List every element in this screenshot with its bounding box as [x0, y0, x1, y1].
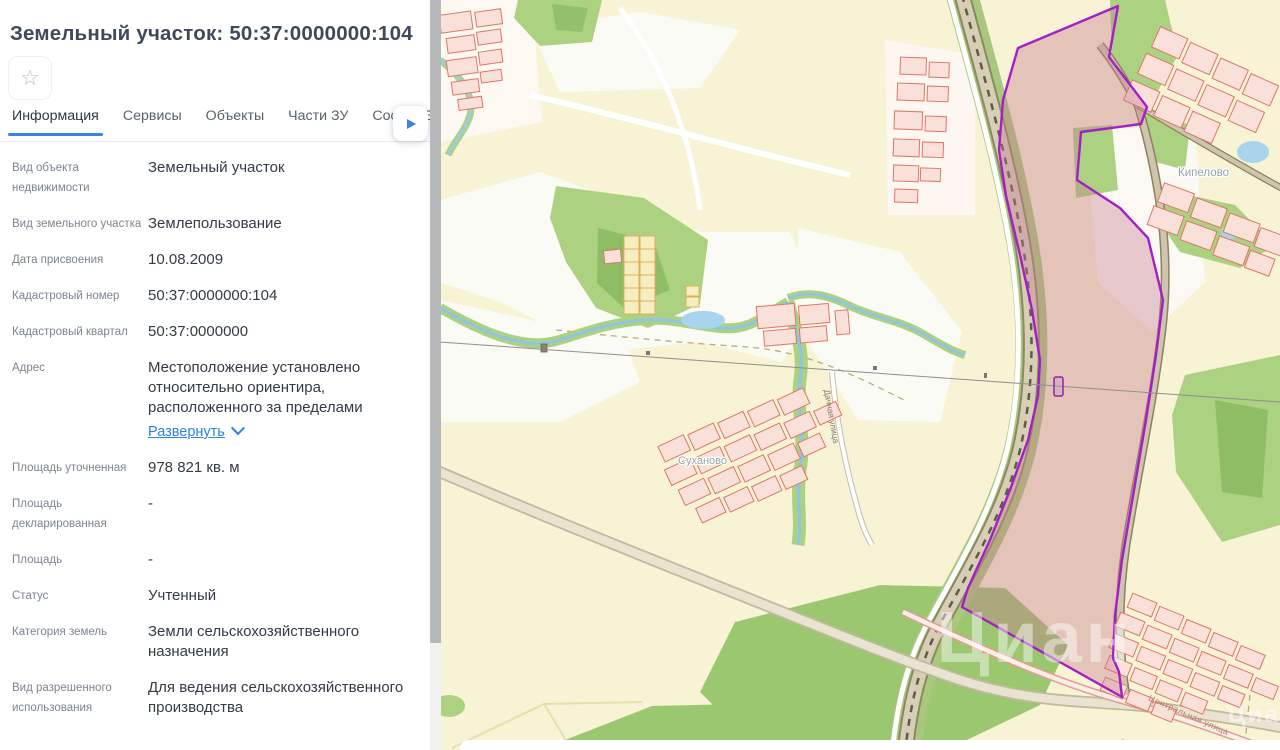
- arrow-right-icon: [407, 119, 416, 129]
- tab-services[interactable]: Сервисы: [123, 108, 182, 136]
- tab-objects[interactable]: Объекты: [206, 108, 265, 136]
- scrollbar-thumb[interactable]: [430, 0, 441, 643]
- tab-parcel-parts[interactable]: Части ЗУ: [288, 108, 348, 136]
- field-row: СтатусУчтенный: [12, 570, 418, 606]
- field-row: Кадастровый квартал50:37:0000000: [12, 306, 418, 342]
- field-row: Дата присвоения10.08.2009: [12, 234, 418, 270]
- field-row: Площадь-: [12, 534, 418, 570]
- app-window: Земельный участок: 50:37:0000000:104 ☆ И…: [0, 0, 1280, 750]
- field-row: Вид разрешенного использованияДля ведени…: [12, 662, 418, 718]
- field-row-address: Адрес Местоположение установлено относит…: [12, 342, 418, 442]
- map-canvas[interactable]: Кипелово Суханово Дачная улица Центральн…: [441, 0, 1280, 750]
- parcel-info-panel: Земельный участок: 50:37:0000000:104 ☆ И…: [0, 0, 430, 750]
- tabs-scroll-right-button[interactable]: [393, 106, 428, 141]
- field-row: Вид объекта недвижимостиЗемельный участо…: [12, 142, 418, 198]
- label-kipelovo: Кипелово: [1178, 167, 1229, 179]
- field-row: Кадастровый номер50:37:0000000:104: [12, 270, 418, 306]
- svg-text:Циан: Циан: [1228, 701, 1280, 728]
- favorite-button[interactable]: ☆: [8, 56, 52, 100]
- address-value: Местоположение установлено относительно …: [148, 359, 363, 416]
- field-row: Площадь декларированная-: [12, 478, 418, 534]
- svg-text:Циан: Циан: [937, 598, 1133, 678]
- expand-address-link[interactable]: Развернуть: [148, 422, 225, 442]
- small-parcel-marker[interactable]: [1054, 377, 1063, 396]
- page-title: Земельный участок: 50:37:0000000:104: [10, 22, 420, 46]
- field-row: Категория земельЗемли сельскохозяйственн…: [12, 606, 418, 662]
- chevron-down-icon[interactable]: [231, 421, 245, 435]
- star-icon: ☆: [20, 67, 40, 89]
- tab-bar: Информация Сервисы Объекты Части ЗУ Сост…: [0, 108, 430, 142]
- tab-information[interactable]: Информация: [12, 108, 99, 136]
- field-row: Вид земельного участкаЗемлепользование: [12, 198, 418, 234]
- label-sukhanovo: Суханово: [678, 455, 727, 467]
- panel-scrollbar[interactable]: [430, 0, 441, 750]
- field-row: Площадь уточненная978 821 кв. м: [12, 442, 418, 478]
- map-bottom-bar: [460, 740, 1280, 750]
- fields-list: Вид объекта недвижимостиЗемельный участо…: [0, 142, 430, 718]
